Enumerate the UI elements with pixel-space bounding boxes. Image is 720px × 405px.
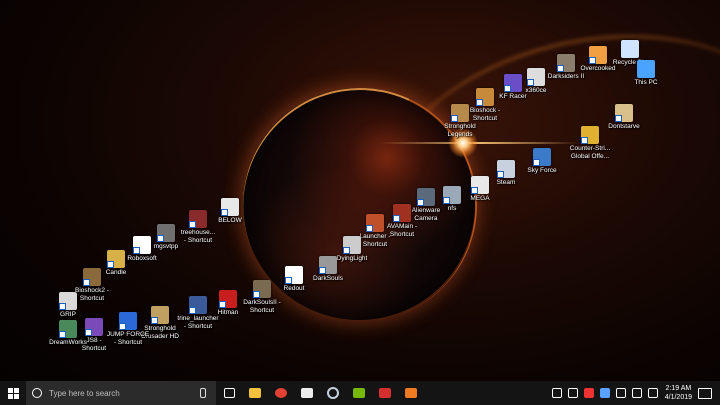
taskbar-steam-taskbar[interactable] <box>320 381 346 405</box>
antivirus-icon[interactable] <box>599 388 610 398</box>
red-x-icon[interactable] <box>583 388 594 398</box>
this-pc-icon <box>637 60 655 78</box>
stronghold-legends-icon <box>451 104 469 122</box>
desktop-icon-below[interactable]: BELOW <box>200 198 260 225</box>
taskbar-orange-x[interactable] <box>398 381 424 405</box>
file-explorer-icon <box>249 388 261 398</box>
desktop-icon-label: BELOW <box>218 217 242 224</box>
microphone-icon[interactable] <box>200 388 206 398</box>
start-button[interactable] <box>0 381 26 405</box>
taskbar-task-view[interactable] <box>216 381 242 405</box>
desktop-icon-this-pc[interactable]: This PC <box>616 60 676 87</box>
desktop-icon-stronghold-legends[interactable]: Stronghold Legends <box>430 104 490 138</box>
taskbar-video-editor[interactable] <box>294 381 320 405</box>
desktop-icon-label: Bioshock2 - Shortcut <box>75 287 109 302</box>
desktop-icon-label: Stronghold Legends <box>444 123 476 138</box>
launcher-icon <box>366 214 384 232</box>
volume-icon[interactable] <box>647 388 658 398</box>
windows-logo-icon <box>7 387 19 399</box>
wifi-icon[interactable] <box>615 388 626 398</box>
system-tray: 2:19 AM 4/1/2019 <box>549 381 720 405</box>
tray-icons <box>549 388 661 398</box>
flare-line <box>380 142 580 144</box>
red-app-icon <box>379 388 391 398</box>
battery-icon[interactable] <box>631 388 642 398</box>
dreamworks-icon <box>59 320 77 338</box>
dontstarve-icon <box>615 104 633 122</box>
video-editor-icon <box>301 388 313 398</box>
clock-time: 2:19 AM <box>665 385 692 392</box>
taskbar-nvidia[interactable] <box>346 381 372 405</box>
desktop-icon-label: DreamWorks <box>49 339 87 346</box>
nvidia-icon <box>353 388 365 398</box>
taskbar-file-explorer[interactable] <box>242 381 268 405</box>
chrome-icon <box>275 388 287 398</box>
desktop: Recycle Bin Overcooked Darksiders II This P… <box>0 0 720 381</box>
taskbar: Type here to search 2:19 AM 4/1/2019 <box>0 381 720 405</box>
desktop-icon-label: treehouse... - Shortcut <box>180 229 216 244</box>
taskbar-chrome[interactable] <box>268 381 294 405</box>
up-chevron-icon[interactable] <box>567 388 578 398</box>
desktop-icon-label: mgsvtpp <box>153 243 179 250</box>
notifications-icon[interactable] <box>698 387 712 399</box>
desktop-icon-label: GRIP <box>60 311 76 318</box>
trine-launcher-icon <box>189 296 207 314</box>
clock[interactable]: 2:19 AM 4/1/2019 <box>665 384 692 402</box>
below-icon <box>221 198 239 216</box>
search-placeholder: Type here to search <box>49 388 120 398</box>
taskbar-red-app[interactable] <box>372 381 398 405</box>
dyinglight-icon <box>343 236 361 254</box>
desktop-icon-dreamworks[interactable]: DreamWorks <box>38 320 98 347</box>
desktop-icon-label: Candle <box>105 269 127 276</box>
people-icon[interactable] <box>551 388 562 398</box>
counter-strike-icon <box>581 126 599 144</box>
pinned-apps <box>216 381 424 405</box>
cortana-icon <box>32 388 42 398</box>
search-box[interactable]: Type here to search <box>26 381 216 405</box>
clock-date: 4/1/2019 <box>664 394 692 401</box>
desktop-icon-label: Roboxsoft <box>127 255 157 262</box>
task-view-icon <box>223 388 235 398</box>
steam-taskbar-icon <box>327 387 339 399</box>
orange-x-icon <box>405 388 417 398</box>
desktop-icon-label: Counter-Stri... Global Offe... <box>569 145 611 160</box>
desktop-icon-label: This PC <box>634 79 658 86</box>
